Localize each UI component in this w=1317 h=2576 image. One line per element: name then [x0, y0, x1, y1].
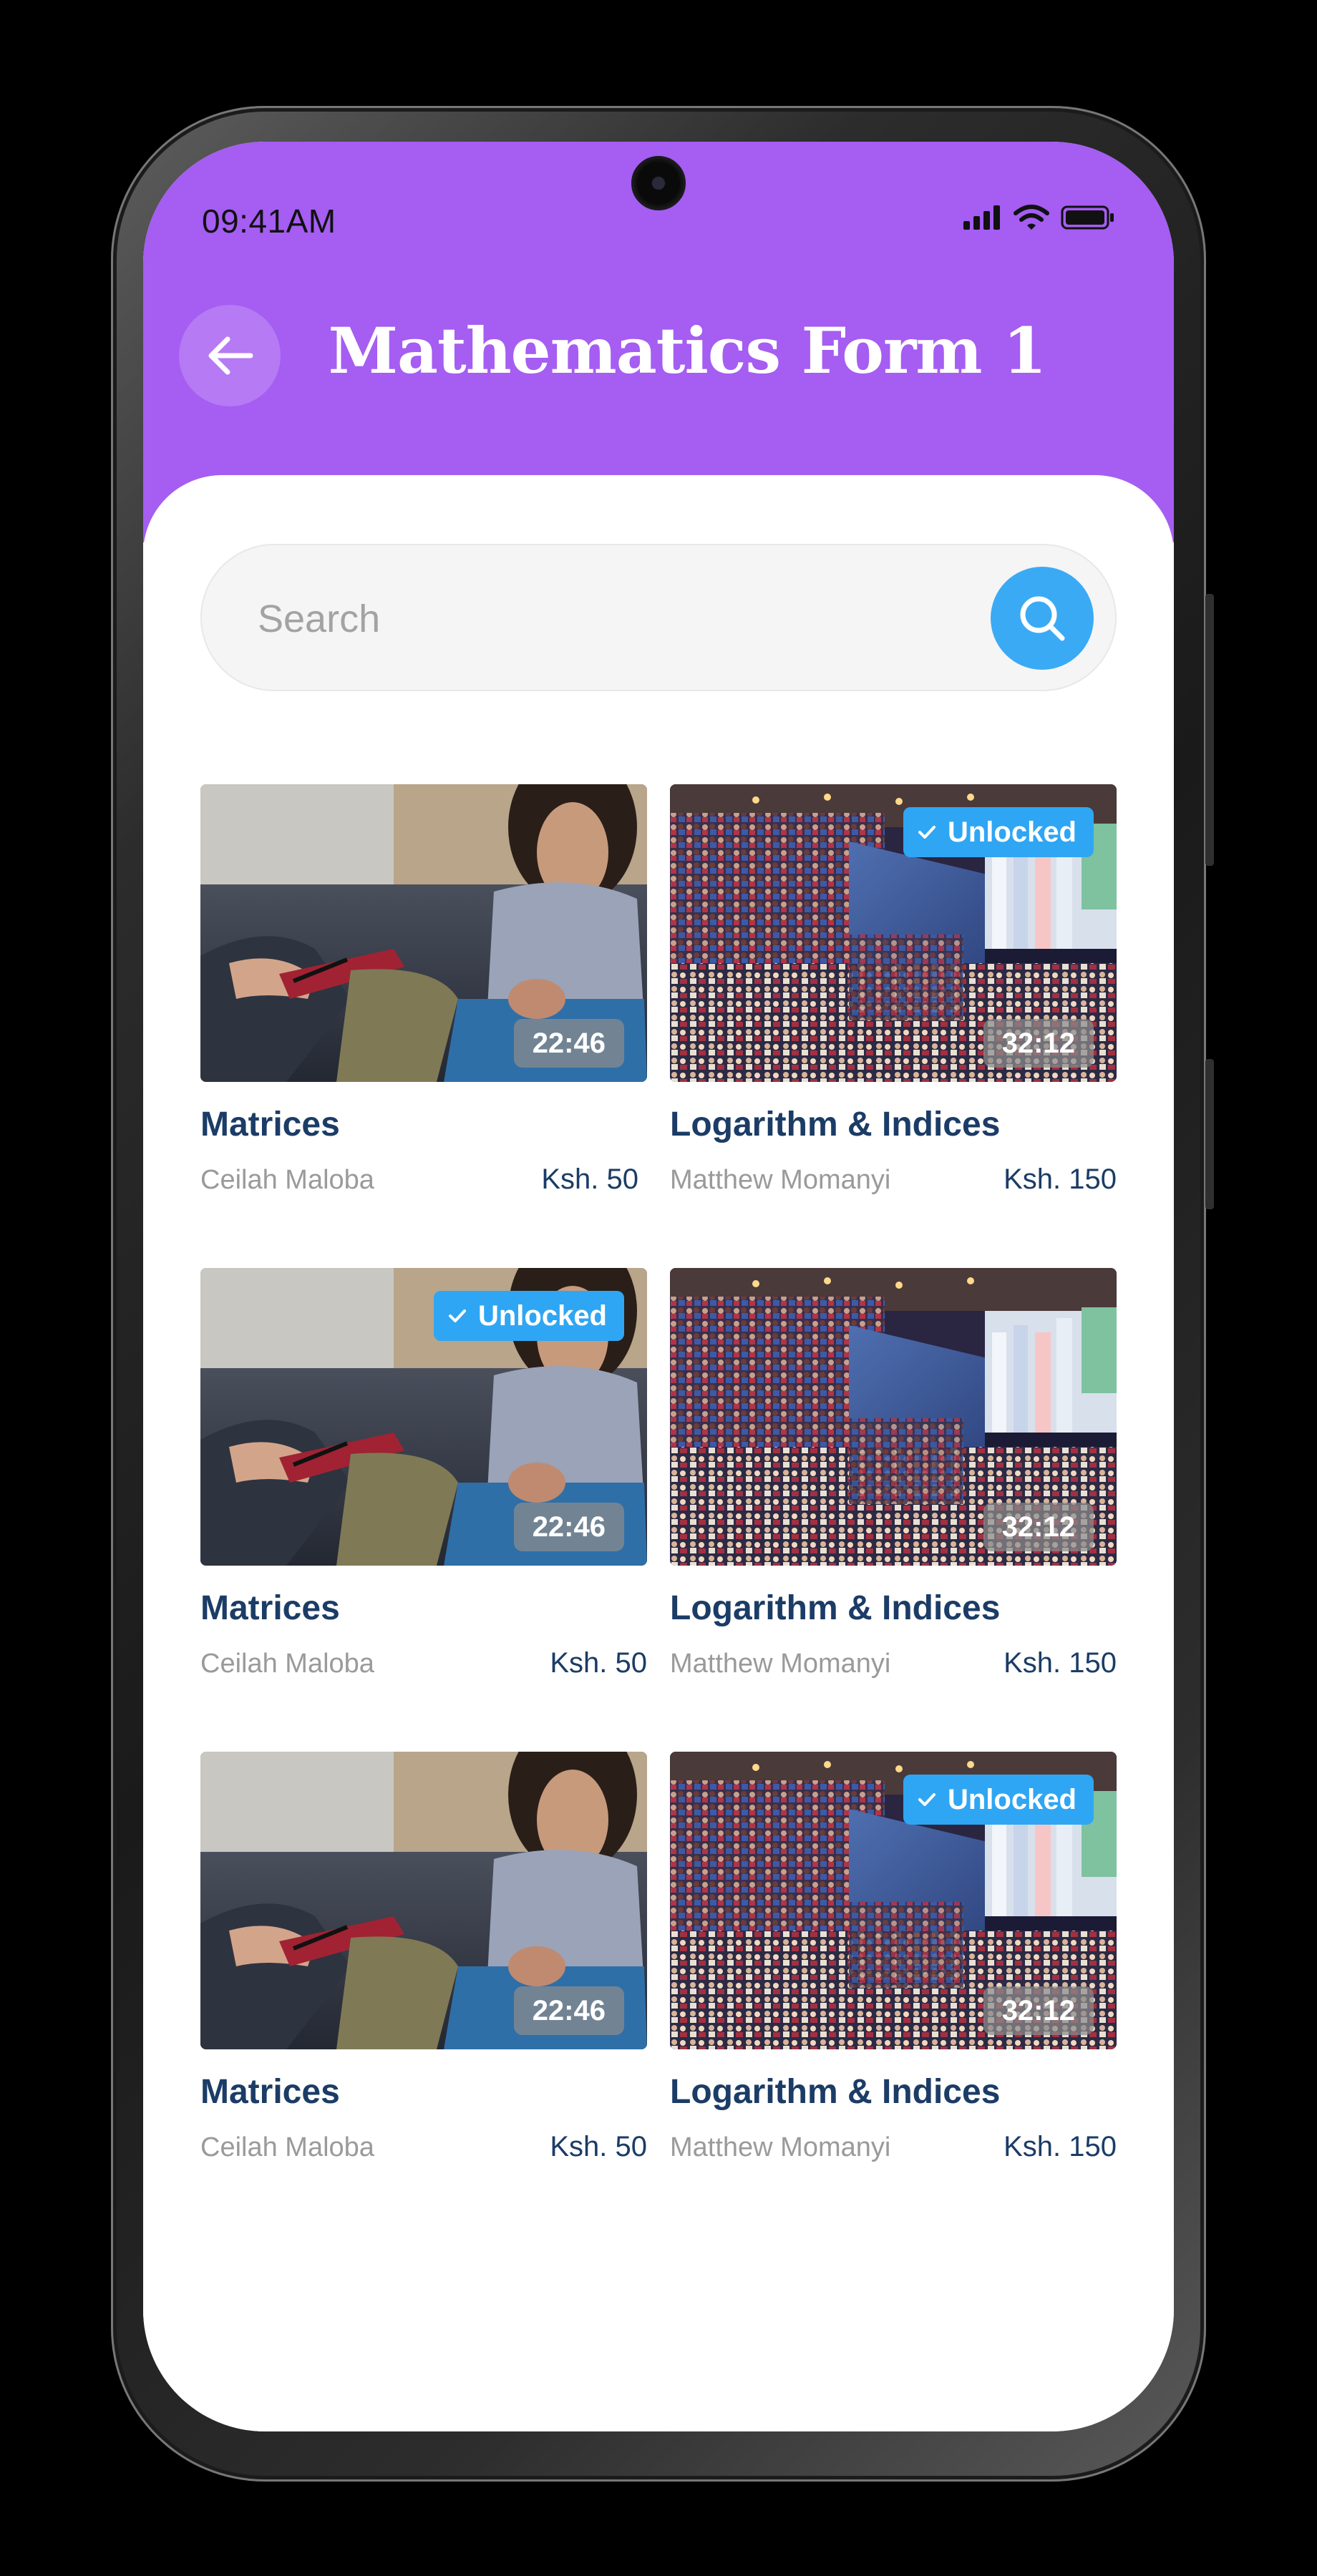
- duration-badge: 22:46: [513, 1503, 624, 1551]
- volume-button: [1205, 594, 1214, 866]
- course-author: Matthew Momanyi: [670, 2132, 891, 2162]
- duration-badge: 32:12: [983, 1503, 1094, 1551]
- course-thumbnail[interactable]: 32:12: [670, 1268, 1117, 1566]
- course-price: Ksh. 50: [541, 1163, 638, 1195]
- duration-badge: 22:46: [513, 1019, 624, 1068]
- back-button[interactable]: [179, 305, 281, 406]
- check-icon: [918, 826, 935, 839]
- course-card[interactable]: Unlocked 32:12 Logarithm & Indices Matth…: [670, 1752, 1117, 2162]
- duration-badge: 32:12: [983, 1986, 1094, 2035]
- duration-badge: 32:12: [983, 1019, 1094, 1068]
- unlocked-badge: Unlocked: [433, 1291, 624, 1341]
- duration-badge: 22:46: [513, 1986, 624, 2035]
- course-author: Matthew Momanyi: [670, 1165, 891, 1195]
- wifi-icon: [1014, 205, 1049, 230]
- unlocked-label: Unlocked: [477, 1300, 607, 1332]
- course-price: Ksh. 150: [1003, 1647, 1117, 1679]
- course-author: Ceilah Maloba: [200, 2132, 374, 2162]
- arrow-left-icon: [208, 336, 253, 375]
- course-card[interactable]: 22:46 Matrices Ceilah Maloba Ksh. 50: [200, 784, 647, 1195]
- course-title[interactable]: Logarithm & Indices: [670, 1589, 1000, 1628]
- course-price: Ksh. 50: [550, 1647, 647, 1679]
- course-thumbnail[interactable]: Unlocked 32:12: [670, 1752, 1117, 2049]
- front-camera: [631, 156, 686, 210]
- course-card[interactable]: 32:12 Logarithm & Indices Matthew Momany…: [670, 1268, 1117, 1679]
- search-button[interactable]: [991, 567, 1094, 670]
- course-card[interactable]: Unlocked 22:46 Matrices Ceilah Maloba Ks…: [200, 1268, 647, 1679]
- course-title[interactable]: Logarithm & Indices: [670, 2072, 1000, 2112]
- course-card[interactable]: Unlocked 32:12 Logarithm & Indices Matth…: [670, 784, 1117, 1195]
- course-price: Ksh. 150: [1003, 2131, 1117, 2162]
- unlocked-badge: Unlocked: [903, 807, 1094, 857]
- course-thumbnail[interactable]: 22:46: [200, 784, 647, 1082]
- course-title[interactable]: Matrices: [200, 1589, 340, 1628]
- search-icon: [1020, 596, 1065, 641]
- course-price: Ksh. 50: [550, 2131, 647, 2162]
- search-input[interactable]: [256, 584, 903, 654]
- status-time: 09:41AM: [202, 203, 336, 240]
- course-title[interactable]: Logarithm & Indices: [670, 1105, 1000, 1144]
- search-bar: [200, 544, 1117, 691]
- course-author: Matthew Momanyi: [670, 1649, 891, 1679]
- signal-icon: [963, 205, 1000, 230]
- unlocked-badge: Unlocked: [903, 1775, 1094, 1825]
- unlocked-label: Unlocked: [947, 816, 1077, 848]
- course-thumbnail[interactable]: Unlocked 32:12: [670, 784, 1117, 1082]
- screen: 09:41AM Mathematics Form 1 Search 22:46 …: [143, 142, 1174, 2431]
- status-icons: [963, 205, 1115, 230]
- course-thumbnail[interactable]: 22:46: [200, 1752, 647, 2049]
- check-icon: [918, 1793, 935, 1806]
- power-button: [1205, 1059, 1214, 1209]
- page-title: Mathematics Form 1: [328, 313, 1047, 388]
- battery-icon: [1061, 205, 1114, 230]
- course-thumbnail[interactable]: Unlocked 22:46: [200, 1268, 647, 1566]
- course-card[interactable]: 22:46 Matrices Ceilah Maloba Ksh. 50: [200, 1752, 647, 2162]
- course-author: Ceilah Maloba: [200, 1649, 374, 1679]
- unlocked-label: Unlocked: [947, 1784, 1077, 1815]
- check-icon: [448, 1309, 466, 1322]
- course-price: Ksh. 150: [1003, 1163, 1117, 1195]
- course-title[interactable]: Matrices: [200, 2072, 340, 2112]
- course-author: Ceilah Maloba: [200, 1165, 374, 1195]
- course-title[interactable]: Matrices: [200, 1105, 340, 1144]
